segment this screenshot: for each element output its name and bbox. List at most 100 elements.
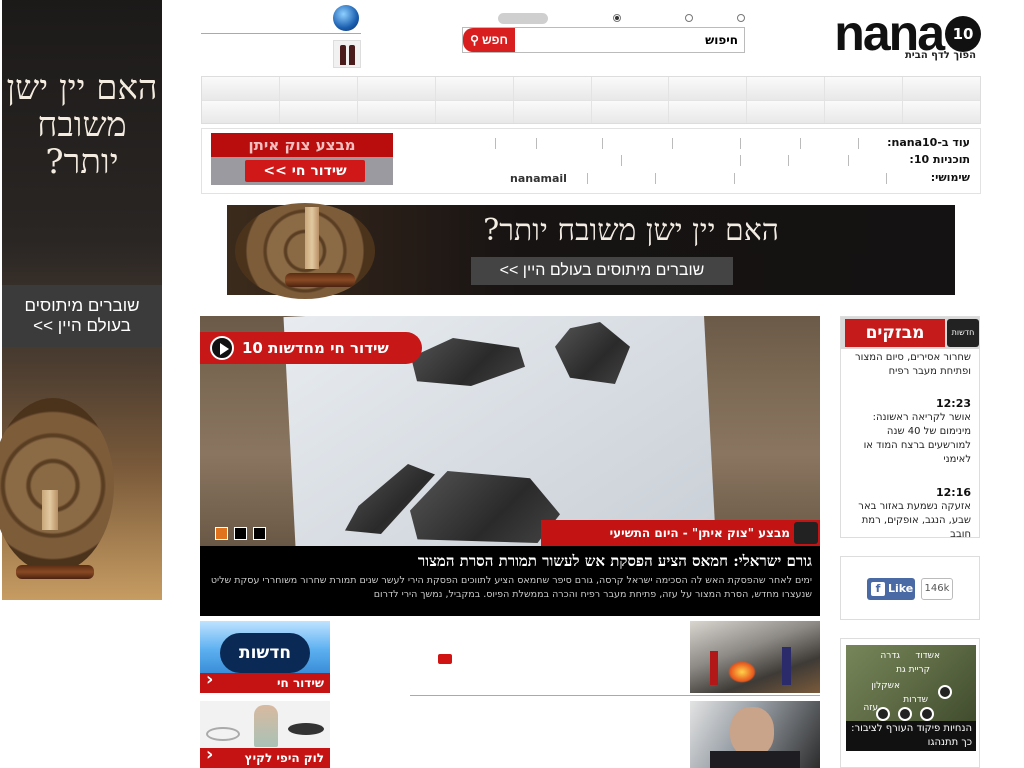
main-nav-grid (201, 76, 981, 124)
search-radio-1[interactable] (613, 14, 621, 22)
nav-cell[interactable] (279, 100, 357, 123)
like-count: 146k (921, 578, 953, 600)
map-marker (898, 707, 912, 721)
flash-text[interactable]: שחרור אסירים, סיום המצור ופתיחת מעבר רפי… (847, 351, 971, 379)
home-front-map[interactable]: גדרה אשדוד קריית גת אשקלון שדרות עזה הנח… (840, 638, 980, 768)
map-marker (938, 685, 952, 699)
banner-live-button[interactable]: שידור חי >> (245, 160, 365, 182)
map-marker (920, 707, 934, 721)
nav-cell[interactable] (357, 77, 435, 100)
nav-cell[interactable] (202, 77, 279, 100)
leader-ad-headline: האם יין ישן משובח יותר? (483, 213, 779, 248)
map-marker (876, 707, 890, 721)
nav-cell[interactable] (669, 100, 747, 123)
wine-bottles-icon[interactable] (333, 40, 361, 68)
person-figure (782, 647, 791, 685)
live-tile-label[interactable]: שידור חי (200, 670, 330, 693)
header-divider (201, 33, 361, 34)
slide-dot[interactable] (253, 527, 266, 540)
flash-text[interactable]: אושר לקריאה ראשונה: מינימום של 40 שנה למ… (847, 411, 971, 467)
play-icon (210, 336, 234, 360)
news10-tile-logo: חדשות (220, 633, 310, 673)
hero-caption[interactable]: גורם ישראלי: חמאס הציע הפסקת אש לעשור תמ… (200, 546, 820, 616)
flash-text[interactable]: אזעקה נשמעת באזור באר שבע, הנגב, אופקים,… (847, 500, 971, 537)
operation-live-banner[interactable]: מבצע צוק איתן שידור חי >> (211, 133, 393, 185)
nav-cell[interactable] (435, 100, 513, 123)
fire-image (728, 661, 756, 683)
link-separator (848, 155, 849, 166)
nav-cell[interactable] (825, 100, 903, 123)
nav-cell[interactable] (669, 77, 747, 100)
cork-image (305, 207, 319, 269)
person-figure (710, 651, 718, 685)
globe-icon[interactable] (333, 5, 359, 31)
nav-cell[interactable] (513, 100, 591, 123)
nav-cell[interactable] (202, 100, 279, 123)
hero-summary: ימים לאחר שהפסקת האש לה הסכימה ישראל קרס… (210, 575, 812, 600)
nav-cell[interactable] (825, 77, 903, 100)
logo-badge: 10 (945, 16, 981, 52)
video-icon[interactable] (438, 654, 452, 664)
nav-cell[interactable] (357, 100, 435, 123)
search-button-label: חפש (481, 33, 508, 47)
link-separator (740, 138, 741, 149)
barrel-image (0, 398, 114, 573)
search-radio-2[interactable] (685, 14, 693, 22)
bracelet-image (206, 727, 240, 741)
search-radio-3[interactable] (737, 14, 745, 22)
facebook-like-box: f Like 146k (840, 556, 980, 620)
slide-dot-active[interactable] (215, 527, 228, 540)
sky-ad-cta[interactable]: שוברים מיתוסים בעולם היין >> (2, 285, 162, 347)
corkscrew-image (285, 273, 355, 287)
nav-cell[interactable] (747, 100, 825, 123)
corkscrew-image (16, 565, 94, 579)
nav-cell[interactable] (513, 77, 591, 100)
map-city-label: אשקלון (871, 681, 900, 691)
programs-label: תוכניות 10: (909, 153, 970, 166)
flashes-title: מבזקים (845, 319, 945, 347)
facebook-like-button[interactable]: f Like (867, 578, 915, 600)
link-separator (788, 155, 789, 166)
search-button[interactable]: חפש ⚲ (463, 28, 515, 52)
hero-headline[interactable]: גורם ישראלי: חמאס הציע הפסקת אש לעשור תמ… (208, 550, 812, 572)
like-label: Like (888, 582, 914, 595)
flash-time: 12:16 (935, 486, 971, 499)
search-option-pill[interactable] (498, 13, 548, 24)
news-logo-icon: חדשות (947, 319, 979, 347)
map-caption: הנחיות פיקוד העורף לציבור: כך תתנהגו (846, 721, 976, 751)
fashion-tile-label[interactable]: לוק היפי לקיץ (200, 745, 330, 768)
facebook-icon: f (871, 582, 885, 596)
nav-cell[interactable] (591, 100, 669, 123)
nav-cell[interactable] (903, 77, 980, 100)
map-city-label: קריית גת (896, 665, 930, 675)
nav-cell[interactable] (591, 77, 669, 100)
map-image: גדרה אשדוד קריית גת אשקלון שדרות עזה (846, 645, 976, 727)
news-flashes-box: חדשות מבזקים שחרור אסירים, סיום המצור ופ… (840, 316, 980, 538)
link-separator (536, 138, 537, 149)
flashes-header: חדשות מבזקים (841, 317, 979, 349)
nav-cell[interactable] (435, 77, 513, 100)
news10-live-tile[interactable]: חדשות שידור חי (200, 621, 330, 693)
live-news-button[interactable]: שידור חי מחדשות 10 (200, 332, 422, 364)
cork-image (42, 490, 58, 530)
news10-logo-icon (794, 522, 818, 544)
leaderboard-ad[interactable]: האם יין ישן משובח יותר? שוברים מיתוסים ב… (227, 203, 955, 299)
flash-time: 12:23 (935, 397, 971, 410)
nav-cell[interactable] (279, 77, 357, 100)
skyscraper-ad[interactable]: האם יין ישן משובח יותר? שוברים מיתוסים ב… (0, 0, 162, 600)
operation-badge: מבצע "צוק איתן" - היום התשיעי (541, 520, 820, 546)
leader-ad-cta[interactable]: שוברים מיתוסים בעולם היין >> (471, 257, 733, 285)
make-homepage-link[interactable]: הפוך לדף הבית (905, 50, 976, 61)
protest-photo-tile[interactable] (690, 621, 820, 693)
fashion-tile[interactable]: לוק היפי לקיץ (200, 701, 330, 768)
slide-dot[interactable] (234, 527, 247, 540)
banner-title: מבצע צוק איתן (211, 133, 393, 157)
nanamail-link[interactable]: nanamail (510, 172, 567, 185)
nav-cell[interactable] (903, 100, 980, 123)
sky-ad-headline: האם יין ישן משובח יותר? (6, 68, 158, 182)
dress-image (254, 705, 278, 747)
politician-photo-tile[interactable] (690, 701, 820, 768)
nav-cell[interactable] (747, 77, 825, 100)
search-input[interactable] (514, 28, 744, 52)
link-separator (672, 138, 673, 149)
